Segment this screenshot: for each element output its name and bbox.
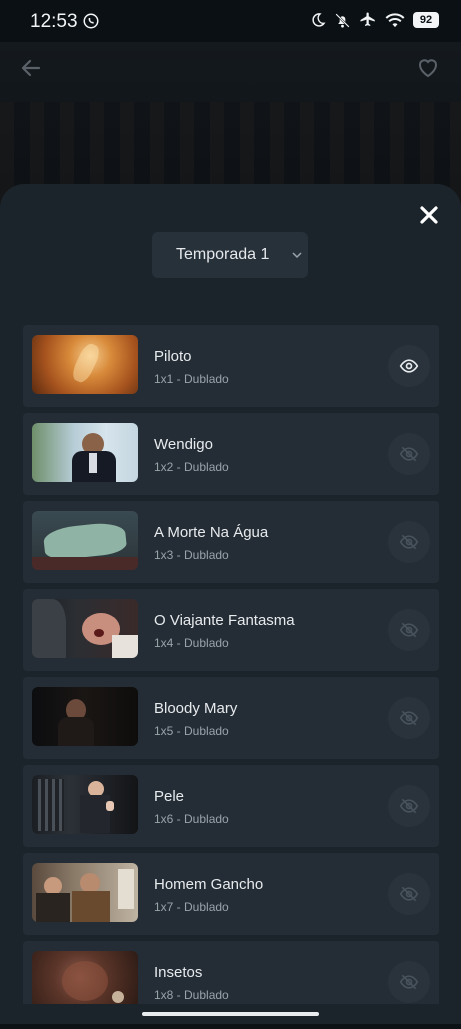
episode-card[interactable]: Homem Gancho 1x7 - Dublado [23,853,439,935]
episode-subtitle: 1x8 - Dublado [154,988,229,1002]
watched-toggle-button[interactable] [388,697,430,739]
wifi-icon [385,13,405,27]
episode-thumbnail [32,335,138,394]
episode-subtitle: 1x1 - Dublado [154,372,229,386]
heart-outline-icon[interactable] [415,56,441,80]
eye-off-icon [399,622,419,638]
episode-card[interactable]: Piloto 1x1 - Dublado [23,325,439,407]
episode-thumbnail [32,863,138,922]
season-selected-label: Temporada 1 [176,246,270,263]
watched-toggle-button[interactable] [388,873,430,915]
status-bar: 12:53 92 [0,0,461,42]
close-button[interactable] [413,199,445,231]
watched-toggle-button[interactable] [388,961,430,1003]
episode-subtitle: 1x3 - Dublado [154,548,229,562]
home-indicator[interactable] [142,1012,319,1016]
episode-thumbnail [32,775,138,834]
moon-icon [312,13,326,27]
episode-title: Homem Gancho [154,876,264,893]
episode-subtitle: 1x2 - Dublado [154,460,229,474]
episode-title: Piloto [154,348,192,365]
episode-card[interactable]: Bloody Mary 1x5 - Dublado [23,677,439,759]
eye-off-icon [399,974,419,990]
episode-subtitle: 1x6 - Dublado [154,812,229,826]
eye-off-icon [399,886,419,902]
episode-title: Pele [154,788,185,805]
arrow-left-icon[interactable] [18,56,44,80]
episode-thumbnail [32,423,138,482]
episode-card[interactable]: A Morte Na Água 1x3 - Dublado [23,501,439,583]
watched-toggle-button[interactable] [388,521,430,563]
episode-title: Bloody Mary [154,700,238,717]
episode-title: Insetos [154,964,203,981]
eye-off-icon [399,710,419,726]
season-dropdown[interactable]: Temporada 1 [152,232,308,278]
episode-card[interactable]: Pele 1x6 - Dublado [23,765,439,847]
bell-off-icon [335,12,350,28]
airplane-icon [360,12,375,26]
watched-toggle-button[interactable] [388,785,430,827]
episode-card[interactable]: Wendigo 1x2 - Dublado [23,413,439,495]
close-icon [420,206,438,224]
eye-off-icon [399,534,419,550]
episode-thumbnail [32,599,138,658]
episode-subtitle: 1x4 - Dublado [154,636,229,650]
battery-indicator: 92 [413,12,439,28]
episode-thumbnail [32,687,138,746]
episode-title: O Viajante Fantasma [154,612,295,629]
chevron-down-icon [292,252,302,259]
episode-subtitle: 1x7 - Dublado [154,900,229,914]
status-time: 12:53 [30,11,78,32]
eye-icon [399,359,419,373]
eye-off-icon [399,798,419,814]
watched-toggle-button[interactable] [388,609,430,651]
episode-card[interactable]: O Viajante Fantasma 1x4 - Dublado [23,589,439,671]
watched-toggle-button[interactable] [388,345,430,387]
episodes-sheet: Temporada 1 Piloto 1x1 - Dublado Wendigo… [0,184,461,1024]
watched-toggle-button[interactable] [388,433,430,475]
episode-title: Wendigo [154,436,213,453]
episode-list: Piloto 1x1 - Dublado Wendigo 1x2 - Dubla… [23,325,439,1029]
episode-title: A Morte Na Água [154,524,269,541]
episode-thumbnail [32,511,138,570]
eye-off-icon [399,446,419,462]
whatsapp-icon [83,13,99,29]
episode-subtitle: 1x5 - Dublado [154,724,229,738]
episode-thumbnail [32,951,138,1010]
